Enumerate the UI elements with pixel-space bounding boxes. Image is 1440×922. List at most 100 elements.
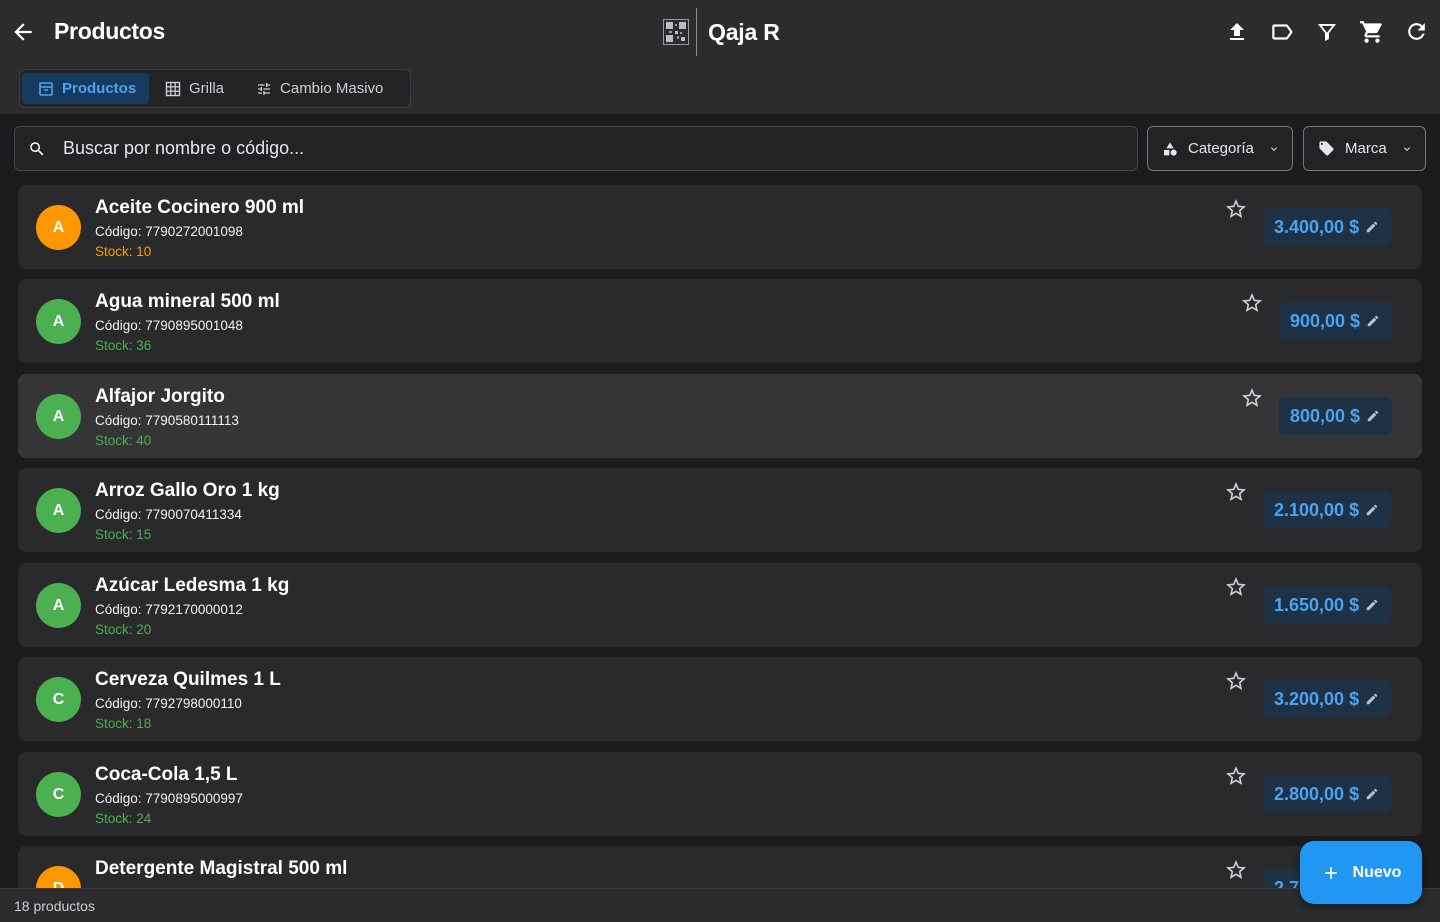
favorite-star-icon[interactable] [1224,764,1248,788]
product-stock: Stock: 10 [95,244,152,259]
search-input[interactable] [63,128,1137,169]
category-filter-button[interactable]: Categoría [1147,126,1293,171]
chevron-down-icon [1404,146,1410,151]
qr-logo-icon [662,18,690,46]
price-button[interactable]: 3.400,00 $ [1263,208,1392,246]
product-avatar: A [36,299,81,344]
chevron-down-icon [1271,146,1277,151]
price-button[interactable]: 800,00 $ [1279,397,1393,435]
edit-pencil-icon [1366,221,1378,233]
tab-cambio-masivo[interactable]: Cambio Masivo [240,73,399,104]
new-product-button[interactable]: Nuevo [1300,841,1422,904]
new-button-label: Nuevo [1352,863,1402,881]
favorite-star-icon[interactable] [1224,480,1248,504]
product-stock: Stock: 18 [95,716,152,731]
price-value: 3.200,00 $ [1274,688,1360,709]
edit-pencil-icon [1366,788,1378,800]
back-button[interactable] [10,19,36,45]
favorite-star-icon[interactable] [1224,858,1248,882]
favorite-star-icon[interactable] [1240,291,1264,315]
product-avatar: A [36,205,81,250]
product-name: Arroz Gallo Oro 1 kg [95,480,280,501]
view-tabs: Productos Grilla Cambio Masivo [19,69,411,108]
edit-pencil-icon [1366,693,1378,705]
product-avatar: D [36,866,81,888]
product-name: Agua mineral 500 ml [95,291,280,312]
cart-button[interactable] [1358,18,1385,45]
search-bar [14,126,1138,171]
brand-filter-button[interactable]: Marca [1303,126,1426,171]
cart-icon [1359,20,1382,43]
product-avatar: A [36,488,81,533]
product-code: Código: 7790895001048 [95,318,243,333]
product-card[interactable]: A Alfajor Jorgito Código: 7790580111113 … [18,374,1422,458]
refresh-button[interactable] [1403,18,1430,45]
favorite-star-icon[interactable] [1240,386,1264,410]
product-card[interactable]: A Aceite Cocinero 900 ml Código: 7790272… [18,185,1422,269]
edit-pencil-icon [1367,315,1379,327]
product-avatar: C [36,677,81,722]
product-avatar: A [36,394,81,439]
edit-pencil-icon [1366,599,1378,611]
product-stock: Stock: 24 [95,811,152,826]
label-button[interactable] [1268,18,1295,45]
product-code: Código: 7790070411334 [95,507,242,522]
tab-label: Cambio Masivo [280,80,384,97]
category-icon [1164,141,1177,156]
product-card[interactable]: A Arroz Gallo Oro 1 kg Código: 779007041… [18,468,1422,552]
favorite-star-icon[interactable] [1224,197,1248,221]
top-actions [1223,18,1430,45]
product-name: Alfajor Jorgito [95,386,225,407]
price-button[interactable]: 2.800,00 $ [1263,775,1392,813]
product-card[interactable]: C Coca-Cola 1,5 L Código: 7790895000997 … [18,752,1422,836]
product-card[interactable]: D Detergente Magistral 500 ml 2.7 [18,846,1422,888]
search-icon [30,141,44,155]
product-name: Azúcar Ledesma 1 kg [95,575,290,596]
filter-button[interactable] [1313,18,1340,45]
price-value: 800,00 $ [1290,405,1361,426]
product-card[interactable]: C Cerveza Quilmes 1 L Código: 7792798000… [18,657,1422,741]
brand-filter-label: Marca [1345,140,1387,157]
favorite-star-icon[interactable] [1224,575,1248,599]
arrow-back-icon [14,23,32,41]
price-button[interactable]: 900,00 $ [1279,302,1393,340]
product-count: 18 productos [14,897,95,914]
product-stock: Stock: 15 [95,527,152,542]
price-value: 2.100,00 $ [1274,499,1360,520]
upload-button[interactable] [1223,18,1250,45]
brand-name: Qaja R [708,18,780,45]
product-stock: Stock: 20 [95,622,152,637]
product-name: Cerveza Quilmes 1 L [95,669,281,690]
price-value: 2.7 [1274,877,1300,889]
plus-icon [1324,866,1337,879]
filter-icon [1317,23,1336,41]
product-list: A Aceite Cocinero 900 ml Código: 7790272… [18,185,1422,888]
product-code: Código: 7792798000110 [95,696,242,711]
grid-icon [165,81,181,96]
top-app-bar: Productos Qaja R Productos Grilla Cambio… [0,0,1440,114]
price-value: 900,00 $ [1290,310,1361,331]
price-value: 1.650,00 $ [1274,594,1360,615]
product-icon [39,81,53,96]
product-card[interactable]: A Agua mineral 500 ml Código: 7790895001… [18,279,1422,363]
tab-grilla[interactable]: Grilla [149,73,240,104]
product-avatar: A [36,583,81,628]
product-card[interactable]: A Azúcar Ledesma 1 kg Código: 7792170000… [18,563,1422,647]
product-code: Código: 7790580111113 [95,413,239,428]
price-button[interactable]: 1.650,00 $ [1263,586,1392,624]
product-code: Código: 7790895000997 [95,791,243,806]
product-name: Aceite Cocinero 900 ml [95,197,305,218]
tag-icon [1319,141,1334,156]
price-value: 2.800,00 $ [1274,783,1360,804]
edit-pencil-icon [1367,410,1379,422]
product-name: Detergente Magistral 500 ml [95,858,348,879]
price-button[interactable]: 3.200,00 $ [1263,680,1392,718]
page-title: Productos [54,18,166,44]
tab-productos[interactable]: Productos [22,73,149,104]
status-footer: 18 productos [0,888,1440,922]
favorite-star-icon[interactable] [1224,669,1248,693]
price-button[interactable]: 2.100,00 $ [1263,491,1392,529]
label-icon [1271,23,1293,40]
product-avatar: C [36,772,81,817]
tab-label: Productos [62,80,137,97]
